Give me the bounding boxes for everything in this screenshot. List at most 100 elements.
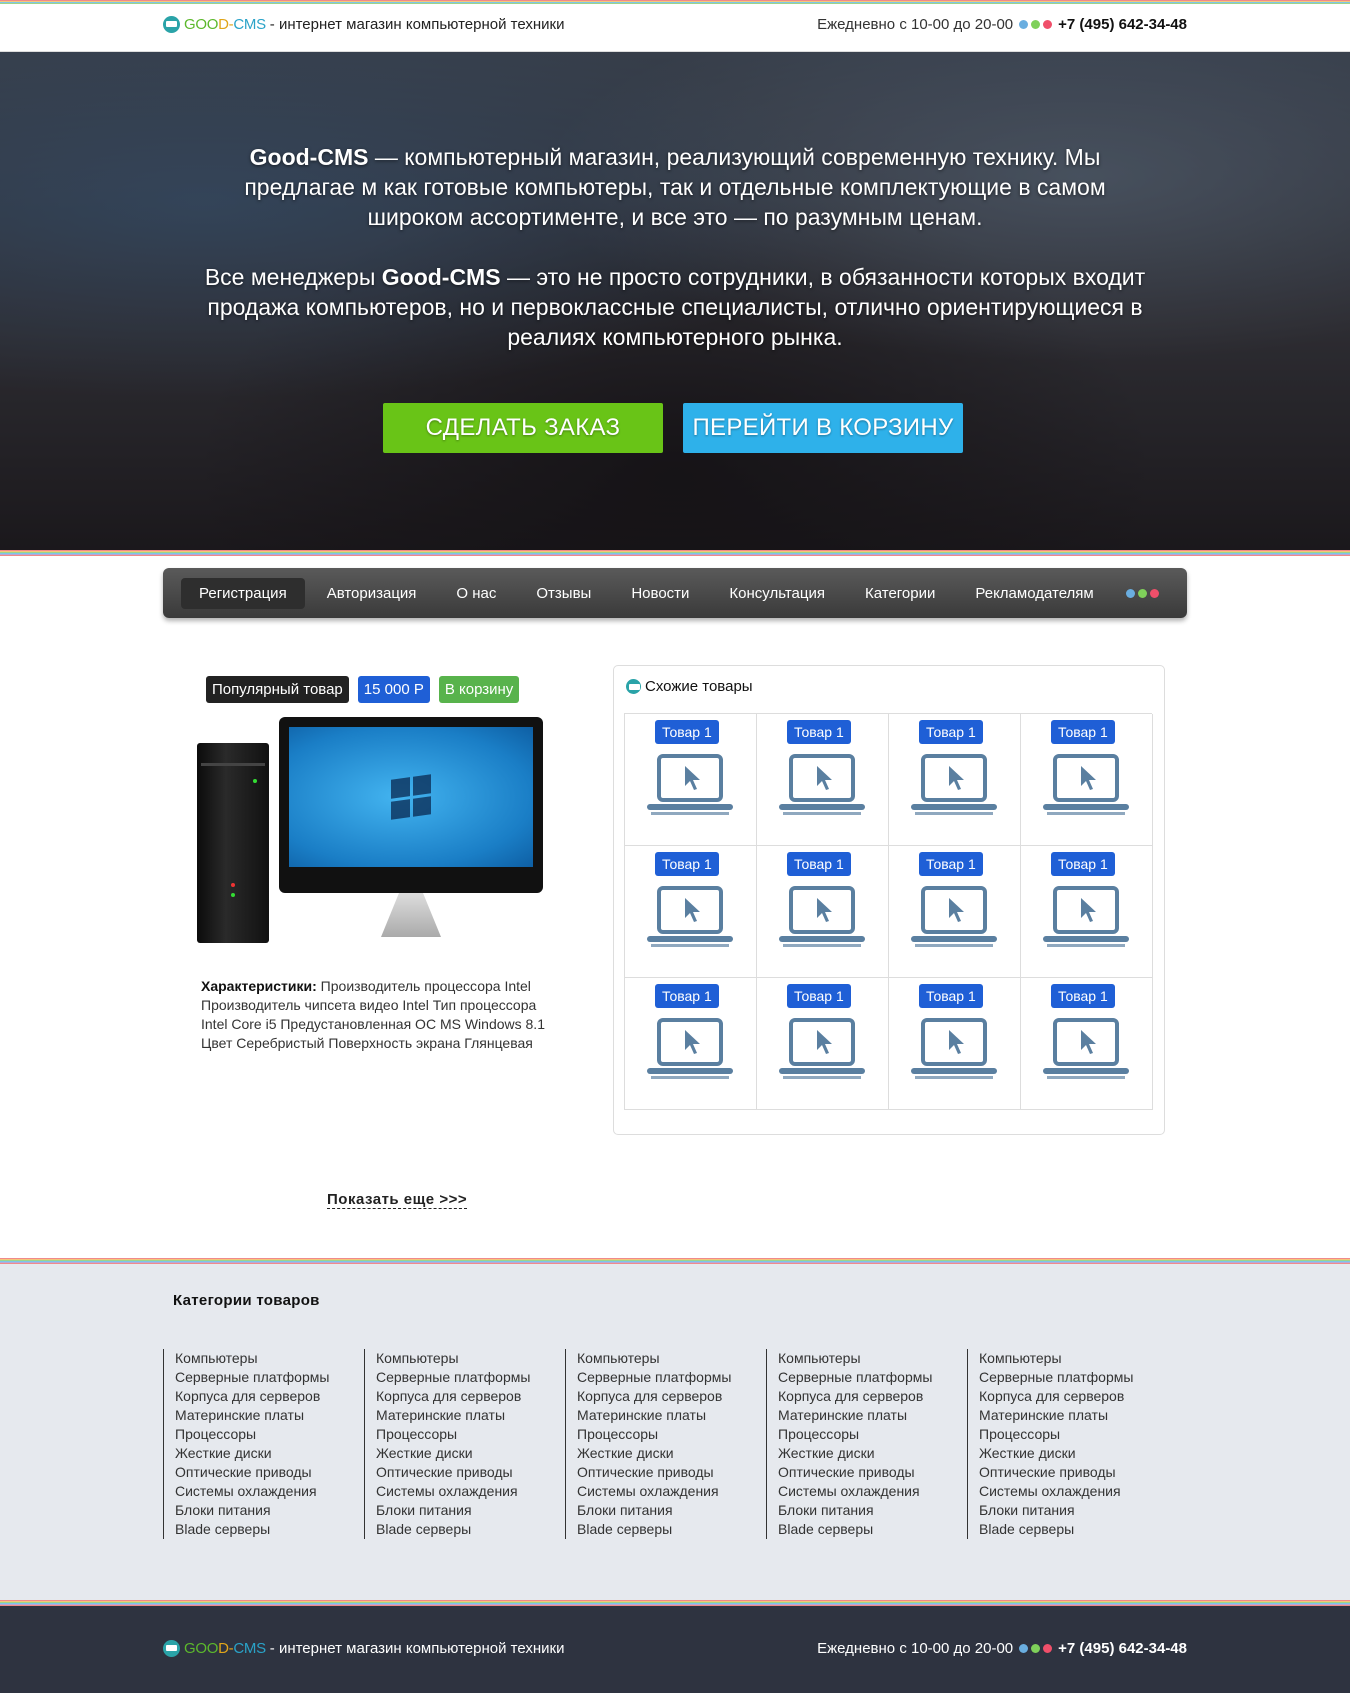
category-link[interactable]: Компьютеры xyxy=(979,1349,1168,1368)
category-link[interactable]: Жесткие диски xyxy=(778,1444,967,1463)
category-link[interactable]: Процессоры xyxy=(376,1425,565,1444)
category-link[interactable]: Процессоры xyxy=(979,1425,1168,1444)
similar-product-label: Товар 1 xyxy=(787,984,851,1008)
category-link[interactable]: Материнские платы xyxy=(376,1406,565,1425)
category-link[interactable]: Материнские платы xyxy=(175,1406,364,1425)
category-link[interactable]: Материнские платы xyxy=(577,1406,766,1425)
category-link[interactable]: Корпуса для серверов xyxy=(577,1387,766,1406)
similar-product-card[interactable]: Товар 1 xyxy=(1021,714,1153,846)
category-link[interactable]: Системы охлаждения xyxy=(778,1482,967,1501)
category-column: Компьютеры Серверные платформы Корпуса для… xyxy=(565,1349,766,1539)
category-link[interactable]: Blade серверы xyxy=(577,1520,766,1539)
laptop-pointer-icon xyxy=(647,1018,733,1079)
nav-item-categories[interactable]: Категории xyxy=(847,578,953,609)
product-badges: Популярный товар 15 000 Р В корзину xyxy=(206,676,571,703)
category-link[interactable]: Серверные платформы xyxy=(376,1368,565,1387)
nav-item-advertisers[interactable]: Рекламодателям xyxy=(957,578,1111,609)
laptop-pointer-icon xyxy=(647,754,733,815)
product-specs: Характеристики: Производитель процессора… xyxy=(201,977,551,1053)
footer-phone-number[interactable]: +7 (495) 642-34-48 xyxy=(1058,1640,1187,1657)
category-link[interactable]: Блоки питания xyxy=(376,1501,565,1520)
similar-product-label: Товар 1 xyxy=(1051,852,1115,876)
footer-contact-info: Ежедневно с 10-00 до 20-00 +7 (495) 642-… xyxy=(817,1640,1187,1657)
category-link[interactable]: Blade серверы xyxy=(175,1520,364,1539)
category-link[interactable]: Жесткие диски xyxy=(175,1444,364,1463)
category-link[interactable]: Корпуса для серверов xyxy=(778,1387,967,1406)
category-link[interactable]: Компьютеры xyxy=(577,1349,766,1368)
category-link[interactable]: Компьютеры xyxy=(175,1349,364,1368)
similar-product-card[interactable]: Товар 1 xyxy=(1021,978,1153,1110)
brand-logo[interactable]: GOOD-CMS - интернет магазин компьютерной… xyxy=(163,16,564,33)
hero-banner: Good-CMS — компьютерный магазин, реализу… xyxy=(0,52,1350,550)
category-link[interactable]: Серверные платформы xyxy=(979,1368,1168,1387)
category-link[interactable]: Материнские платы xyxy=(979,1406,1168,1425)
make-order-button[interactable]: СДЕЛАТЬ ЗАКАЗ xyxy=(383,403,663,453)
category-link[interactable]: Жесткие диски xyxy=(577,1444,766,1463)
category-link[interactable]: Корпуса для серверов xyxy=(376,1387,565,1406)
category-link[interactable]: Блоки питания xyxy=(979,1501,1168,1520)
similar-product-card[interactable]: Товар 1 xyxy=(625,846,757,978)
category-link[interactable]: Оптические приводы xyxy=(577,1463,766,1482)
similar-product-card[interactable]: Товар 1 xyxy=(757,978,889,1110)
laptop-pointer-icon xyxy=(1043,754,1129,815)
category-link[interactable]: Оптические приводы xyxy=(979,1463,1168,1482)
similar-product-card[interactable]: Товар 1 xyxy=(625,714,757,846)
category-link[interactable]: Серверные платформы xyxy=(778,1368,967,1387)
category-link[interactable]: Оптические приводы xyxy=(778,1463,967,1482)
category-link[interactable]: Жесткие диски xyxy=(979,1444,1168,1463)
product-image[interactable] xyxy=(191,717,551,947)
categories-title: Категории товаров xyxy=(173,1292,320,1309)
show-more-link[interactable]: Показать еще >>> xyxy=(327,1191,468,1209)
footer-brand-logo[interactable]: GOOD-CMS - интернет магазин компьютерной… xyxy=(163,1640,564,1657)
dot-green xyxy=(1031,20,1041,29)
nav-item-news[interactable]: Новости xyxy=(613,578,707,609)
category-link[interactable]: Процессоры xyxy=(577,1425,766,1444)
nav-item-reviews[interactable]: Отзывы xyxy=(518,578,609,609)
nav-item-about[interactable]: О нас xyxy=(438,578,514,609)
laptop-icon xyxy=(626,679,641,694)
main-content: Популярный товар 15 000 Р В корзину Хара… xyxy=(163,618,1187,1258)
similar-product-card[interactable]: Товар 1 xyxy=(889,978,1021,1110)
phone-number[interactable]: +7 (495) 642-34-48 xyxy=(1058,16,1187,33)
dot-green xyxy=(1031,1644,1041,1653)
category-link[interactable]: Системы охлаждения xyxy=(376,1482,565,1501)
nav-item-login[interactable]: Авторизация xyxy=(309,578,435,609)
category-link[interactable]: Системы охлаждения xyxy=(979,1482,1168,1501)
similar-product-card[interactable]: Товар 1 xyxy=(889,714,1021,846)
go-to-cart-button[interactable]: ПЕРЕЙТИ В КОРЗИНУ xyxy=(683,403,963,453)
add-to-cart-button[interactable]: В корзину xyxy=(438,676,520,703)
category-link[interactable]: Блоки питания xyxy=(778,1501,967,1520)
hero-paragraph-2: Все менеджеры Good-CMS — это не просто с… xyxy=(204,264,1146,350)
category-link[interactable]: Блоки питания xyxy=(577,1501,766,1520)
category-link[interactable]: Компьютеры xyxy=(778,1349,967,1368)
category-link[interactable]: Процессоры xyxy=(175,1425,364,1444)
category-link[interactable]: Системы охлаждения xyxy=(577,1482,766,1501)
similar-product-card[interactable]: Товар 1 xyxy=(757,714,889,846)
similar-product-card[interactable]: Товар 1 xyxy=(625,978,757,1110)
category-link[interactable]: Серверные платформы xyxy=(175,1368,364,1387)
price-badge: 15 000 Р xyxy=(357,676,430,703)
nav-item-consultation[interactable]: Консультация xyxy=(711,578,843,609)
category-link[interactable]: Blade серверы xyxy=(376,1520,565,1539)
category-link[interactable]: Компьютеры xyxy=(376,1349,565,1368)
similar-product-card[interactable]: Товар 1 xyxy=(889,846,1021,978)
category-link[interactable]: Системы охлаждения xyxy=(175,1482,364,1501)
dot-blue xyxy=(1019,20,1029,29)
nav-item-registration[interactable]: Регистрация xyxy=(181,577,305,609)
laptop-pointer-icon xyxy=(779,754,865,815)
category-link[interactable]: Корпуса для серверов xyxy=(175,1387,364,1406)
category-link[interactable]: Blade серверы xyxy=(979,1520,1168,1539)
similar-product-card[interactable]: Товар 1 xyxy=(757,846,889,978)
category-link[interactable]: Оптические приводы xyxy=(376,1463,565,1482)
category-link[interactable]: Процессоры xyxy=(778,1425,967,1444)
hero-text: Good-CMS — компьютерный магазин, реализу… xyxy=(195,142,1155,382)
category-link[interactable]: Блоки питания xyxy=(175,1501,364,1520)
category-link[interactable]: Серверные платформы xyxy=(577,1368,766,1387)
category-link[interactable]: Жесткие диски xyxy=(376,1444,565,1463)
category-link[interactable]: Оптические приводы xyxy=(175,1463,364,1482)
dot-red xyxy=(1043,20,1053,29)
category-link[interactable]: Корпуса для серверов xyxy=(979,1387,1168,1406)
category-link[interactable]: Материнские платы xyxy=(778,1406,967,1425)
similar-product-card[interactable]: Товар 1 xyxy=(1021,846,1153,978)
category-link[interactable]: Blade серверы xyxy=(778,1520,967,1539)
